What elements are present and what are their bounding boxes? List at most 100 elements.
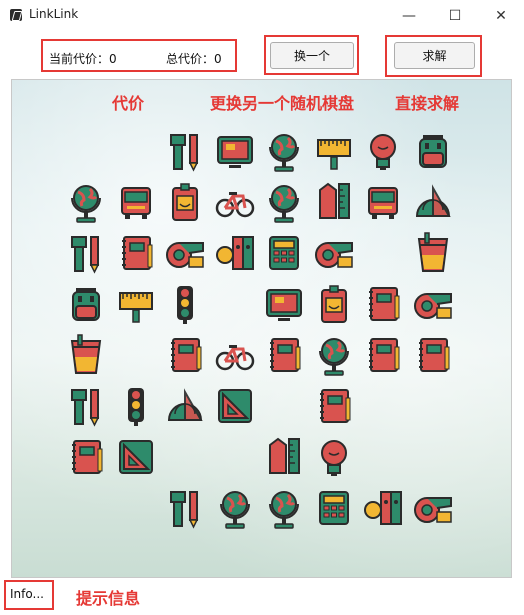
tile-binders[interactable]: [361, 486, 405, 530]
bicycle-icon: [213, 180, 257, 224]
tile-globe[interactable]: [262, 180, 306, 224]
app-icon: [10, 9, 22, 21]
notebook-icon: [262, 333, 306, 377]
tile-cup[interactable]: [411, 231, 455, 275]
tile-globe[interactable]: [64, 180, 108, 224]
tile-notebook[interactable]: [361, 282, 405, 326]
tile-tablet[interactable]: [213, 129, 257, 173]
tile-tool[interactable]: [64, 384, 108, 428]
tile-globe[interactable]: [213, 486, 257, 530]
tile-tablet[interactable]: [262, 282, 306, 326]
tile-bulb[interactable]: [312, 435, 356, 479]
tile-backpack[interactable]: [64, 282, 108, 326]
notebook-icon: [163, 333, 207, 377]
tile-tape[interactable]: [163, 231, 207, 275]
notebook-icon: [114, 231, 158, 275]
tile-bicycle[interactable]: [213, 333, 257, 377]
tile-bus[interactable]: [114, 180, 158, 224]
pen-ruler-icon: [262, 435, 306, 479]
tile-tape[interactable]: [312, 231, 356, 275]
tape-icon: [411, 486, 455, 530]
close-button[interactable]: ✕: [478, 0, 524, 31]
tape-icon: [312, 231, 356, 275]
tile-bicycle[interactable]: [213, 180, 257, 224]
current-cost-label: 当前代价：0: [49, 52, 117, 66]
tablet-icon: [262, 282, 306, 326]
tile-protractor[interactable]: [163, 384, 207, 428]
total-cost-label: 总代价：0: [166, 52, 222, 66]
solve-annotation: 直接求解: [395, 94, 460, 113]
notebook-icon: [411, 333, 455, 377]
tile-notebook[interactable]: [114, 231, 158, 275]
tool-icon: [163, 486, 207, 530]
ruler-board-icon: [114, 282, 158, 326]
cup-icon: [411, 231, 455, 275]
tile-globe[interactable]: [262, 486, 306, 530]
tile-pen-ruler[interactable]: [312, 180, 356, 224]
id-badge-icon: [163, 180, 207, 224]
cup-icon: [64, 333, 108, 377]
shuffle-button[interactable]: 换一个: [270, 42, 354, 69]
globe-icon: [213, 486, 257, 530]
tool-icon: [163, 129, 207, 173]
tile-notebook[interactable]: [262, 333, 306, 377]
tile-calculator[interactable]: [312, 486, 356, 530]
notebook-icon: [361, 333, 405, 377]
tile-ruler-board[interactable]: [114, 282, 158, 326]
tile-traffic-light[interactable]: [163, 282, 207, 326]
bus-icon: [361, 180, 405, 224]
tool-icon: [64, 231, 108, 275]
tile-notebook[interactable]: [411, 333, 455, 377]
tile-id-badge[interactable]: [312, 282, 356, 326]
notebook-icon: [64, 435, 108, 479]
tile-notebook[interactable]: [312, 384, 356, 428]
binders-icon: [361, 486, 405, 530]
notebook-icon: [312, 384, 356, 428]
tile-bulb[interactable]: [361, 129, 405, 173]
tile-globe[interactable]: [262, 129, 306, 173]
tile-tool[interactable]: [64, 231, 108, 275]
tile-backpack[interactable]: [411, 129, 455, 173]
info-annotation: 提示信息: [76, 589, 141, 608]
tool-icon: [64, 384, 108, 428]
tile-cup[interactable]: [64, 333, 108, 377]
globe-icon: [262, 129, 306, 173]
tile-notebook[interactable]: [163, 333, 207, 377]
window-title: LinkLink: [29, 7, 79, 21]
globe-icon: [312, 333, 356, 377]
bus-icon: [114, 180, 158, 224]
solve-button[interactable]: 求解: [394, 42, 475, 69]
tile-triangle-ruler[interactable]: [213, 384, 257, 428]
traffic-light-icon: [163, 282, 207, 326]
bulb-icon: [361, 129, 405, 173]
tile-ruler-board[interactable]: [312, 129, 356, 173]
tile-id-badge[interactable]: [163, 180, 207, 224]
triangle-ruler-icon: [213, 384, 257, 428]
tile-tape[interactable]: [411, 282, 455, 326]
tile-globe[interactable]: [312, 333, 356, 377]
tile-tool[interactable]: [163, 129, 207, 173]
triangle-ruler-icon: [114, 435, 158, 479]
tile-protractor[interactable]: [411, 180, 455, 224]
tile-tool[interactable]: [163, 486, 207, 530]
calculator-icon: [312, 486, 356, 530]
tile-pen-ruler[interactable]: [262, 435, 306, 479]
calculator-icon: [262, 231, 306, 275]
tile-traffic-light[interactable]: [114, 384, 158, 428]
tile-triangle-ruler[interactable]: [114, 435, 158, 479]
tile-calculator[interactable]: [262, 231, 306, 275]
binders-icon: [213, 231, 257, 275]
title-bar: LinkLink — ☐ ✕: [0, 0, 524, 31]
tile-notebook[interactable]: [64, 435, 108, 479]
tile-binders[interactable]: [213, 231, 257, 275]
backpack-icon: [411, 129, 455, 173]
tile-bus[interactable]: [361, 180, 405, 224]
protractor-icon: [411, 180, 455, 224]
minimize-button[interactable]: —: [386, 0, 432, 31]
tile-tape[interactable]: [411, 486, 455, 530]
info-status-text: Info...: [10, 587, 44, 601]
maximize-button[interactable]: ☐: [432, 0, 478, 31]
tape-icon: [163, 231, 207, 275]
tile-notebook[interactable]: [361, 333, 405, 377]
ruler-board-icon: [312, 129, 356, 173]
